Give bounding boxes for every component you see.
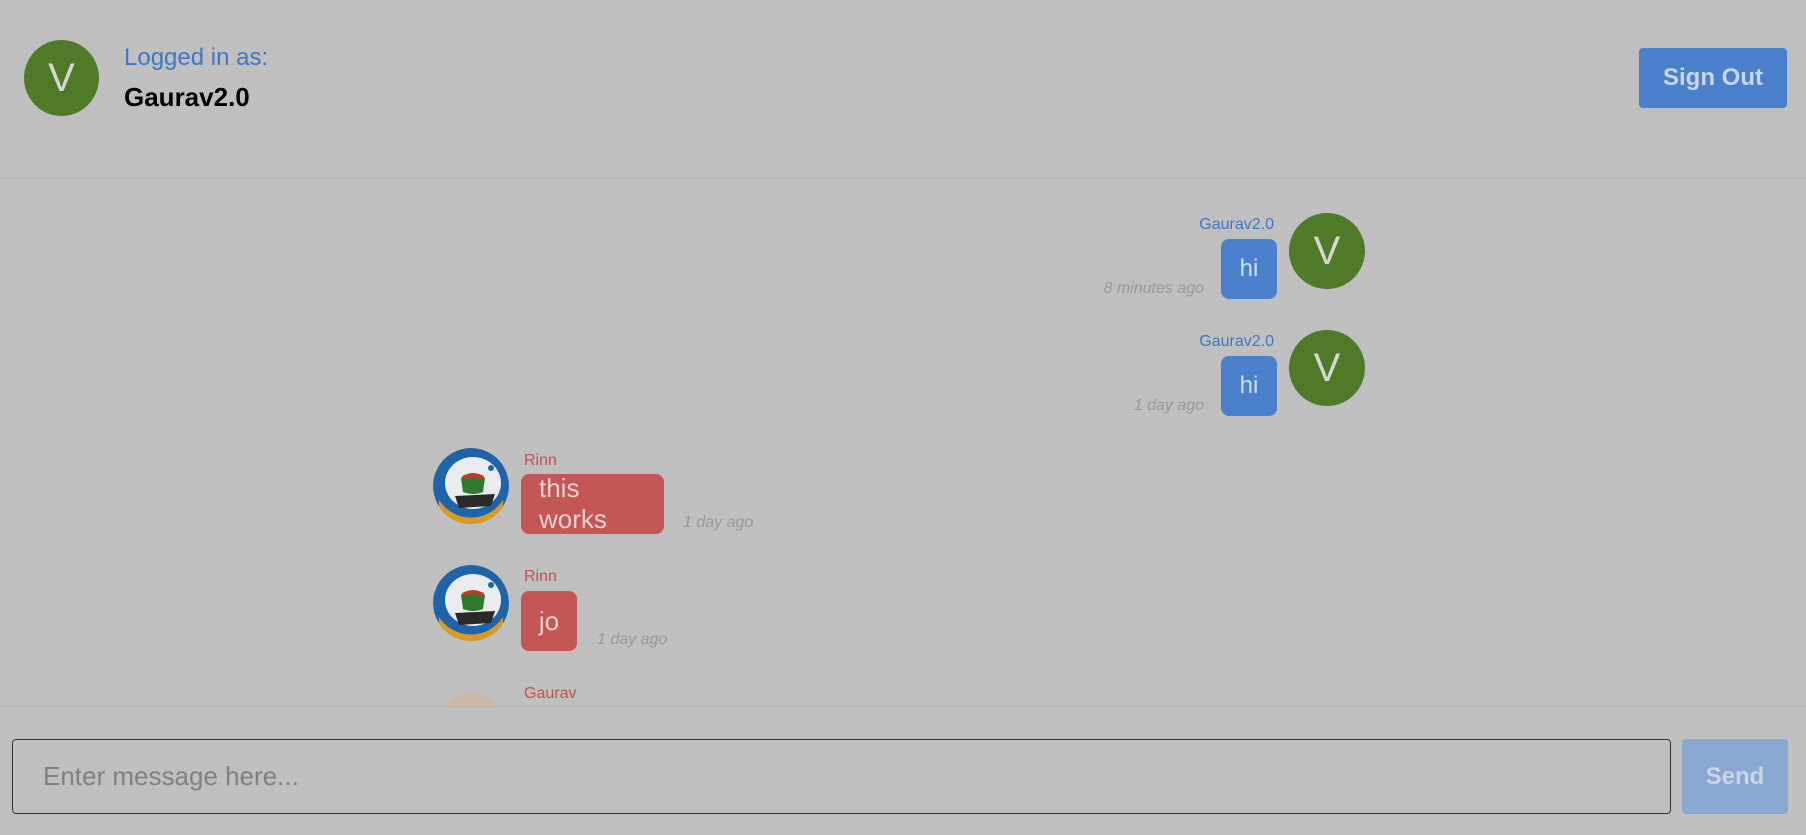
sign-out-button[interactable]: Sign Out <box>1639 48 1787 108</box>
send-button[interactable]: Send <box>1682 739 1788 814</box>
message-sender: Rinn <box>524 452 557 469</box>
message-bubble: hi <box>1221 239 1277 299</box>
message-timestamp: 1 day ago <box>597 631 668 648</box>
current-username: Gaurav2.0 <box>124 82 250 112</box>
message-sender: Rinn <box>524 568 557 585</box>
message-sender: Gaurav2.0 <box>1199 333 1274 350</box>
message-timestamp: 1 day ago <box>683 514 754 531</box>
app-header: V Logged in as: Gaurav2.0 Sign Out <box>0 0 1806 179</box>
message-bubble: jo <box>521 591 577 651</box>
message-input[interactable] <box>12 739 1671 814</box>
message-list: Gaurav2.0 hi 8 minutes ago V Gaurav2.0 h… <box>0 180 1806 706</box>
message-sender: Gaurav <box>524 685 577 702</box>
message-timestamp: 8 minutes ago <box>1103 280 1204 297</box>
composer-bar: Send <box>0 706 1806 835</box>
sender-avatar: V <box>1289 330 1365 406</box>
message-bubble: this works <box>521 473 664 534</box>
message-item: Gaurav2.0 hi 1 day ago V <box>0 297 1806 416</box>
message-item: Rinn this works 1 day ago <box>0 414 1806 534</box>
helmet-avatar-icon <box>433 448 509 524</box>
message-bubble: hi <box>1221 356 1277 416</box>
message-item: Rinn jo 1 day ago <box>0 532 1806 651</box>
logged-in-label: Logged in as: <box>124 44 269 71</box>
person-avatar-icon <box>433 693 509 706</box>
message-sender: Gaurav2.0 <box>1199 216 1274 233</box>
sender-avatar: V <box>1289 213 1365 289</box>
message-timestamp: 1 day ago <box>1133 397 1204 414</box>
user-avatar: V <box>24 40 99 116</box>
message-item: Gaurav <box>0 649 1806 706</box>
helmet-avatar-icon <box>433 565 509 641</box>
message-item: Gaurav2.0 hi 8 minutes ago V <box>0 180 1806 299</box>
